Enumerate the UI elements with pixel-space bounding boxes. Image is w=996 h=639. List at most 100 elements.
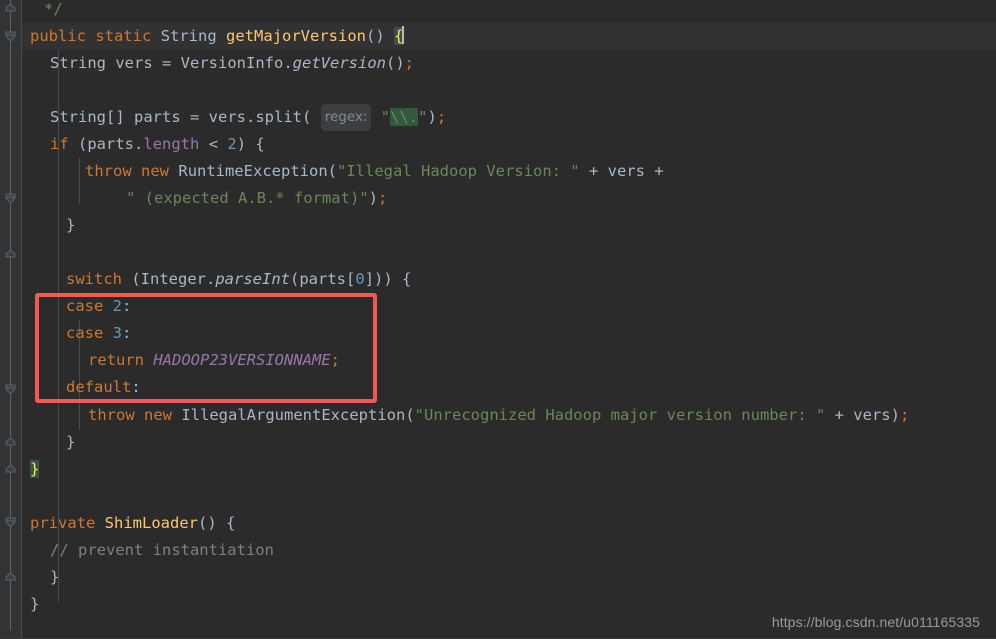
code-line[interactable]: " (expected A.B.* format)");: [126, 185, 387, 212]
code-line[interactable]: String vers = VersionInfo.getVersion();: [50, 50, 414, 77]
token-keyword-case: case: [66, 324, 104, 342]
token-var-vers: vers: [607, 162, 645, 180]
token-var-parts: parts: [87, 135, 135, 153]
token-keyword-private: private: [30, 514, 96, 532]
token-close-paren: ): [890, 406, 900, 424]
token-open-paren: (: [327, 162, 338, 180]
code-line[interactable]: case 3:: [66, 320, 131, 347]
token-keyword-default: default: [66, 378, 132, 396]
token-ctor-shimloader: ShimLoader: [104, 514, 198, 532]
code-line[interactable]: throw new RuntimeException("Illegal Hado…: [85, 158, 664, 185]
matched-brace-highlight: }: [30, 460, 40, 478]
code-line[interactable]: switch (Integer.parseInt(parts[0])) {: [66, 266, 411, 293]
token-keyword-throw: throw: [85, 162, 132, 180]
token-parens-semi: (): [386, 54, 405, 72]
code-line[interactable]: default:: [66, 374, 141, 401]
token-semicolon: ;: [377, 189, 388, 207]
token-var-parts: parts: [299, 270, 347, 288]
token-plus: +: [579, 162, 608, 180]
fold-marker-collapse-icon[interactable]: [3, 29, 18, 44]
fold-marker-collapse-icon[interactable]: [3, 191, 18, 206]
token-semicolon: ;: [436, 108, 447, 126]
code-line[interactable]: if (parts.length < 2) {: [50, 131, 265, 158]
editor-text-area[interactable]: */ public static String getMajorVersion(…: [22, 0, 996, 639]
code-line[interactable]: return HADOOP23VERSIONNAME;: [88, 347, 340, 374]
code-line[interactable]: */: [44, 0, 63, 23]
token-brace-close: }: [50, 568, 60, 586]
token-bracket-open: [: [346, 270, 356, 288]
token-comment-prevent: // prevent instantiation: [50, 541, 274, 559]
token-const-hadoop23: HADOOP23VERSIONNAME: [153, 351, 331, 369]
token-string-illegal: "Illegal Hadoop Version: ": [337, 162, 580, 180]
token-number-3: 3: [112, 324, 123, 342]
token-colon: :: [122, 324, 132, 342]
fold-marker-end-icon[interactable]: [3, 571, 18, 586]
token-keyword-case: case: [66, 297, 104, 315]
token-type-string: String: [160, 27, 217, 45]
token-open-paren: (: [68, 135, 88, 153]
code-line[interactable]: }: [50, 564, 59, 591]
token-keyword-throw: throw: [88, 406, 135, 424]
token-keyword-switch: switch: [66, 270, 122, 288]
token-assign: =: [180, 108, 209, 126]
code-line[interactable]: public static String getMajorVersion() {: [30, 23, 405, 50]
token-semicolon: ;: [899, 406, 910, 424]
token-method-name: getMajorVersion: [226, 27, 367, 45]
token-bracket-close-parens: ])) {: [364, 270, 412, 288]
token-colon: :: [131, 378, 141, 396]
token-var-vers: vers: [208, 108, 246, 126]
token-open-paren: (: [405, 406, 415, 424]
token-close-paren: ): [427, 108, 437, 126]
code-line[interactable]: }: [66, 429, 75, 456]
code-line[interactable]: throw new IllegalArgumentException("Unre…: [88, 402, 909, 429]
code-line[interactable]: case 2:: [66, 293, 131, 320]
fold-marker-end-icon[interactable]: [3, 436, 18, 451]
fold-marker-end-icon[interactable]: [3, 2, 18, 17]
token-class-illegalargumentexception: IllegalArgumentException: [181, 406, 406, 424]
token-parens: (): [366, 27, 395, 45]
token-open-paren: (: [302, 108, 321, 126]
token-class-runtimeexception: RuntimeException: [178, 162, 328, 180]
token-semicolon: ;: [330, 351, 340, 369]
token-lt: <: [199, 135, 228, 153]
token-dot: .: [206, 270, 216, 288]
code-line[interactable]: }: [30, 591, 39, 618]
token-dot: .: [134, 135, 144, 153]
code-line[interactable]: String[] parts = vers.split( regex: "\\.…: [50, 104, 446, 131]
fold-marker-end-icon[interactable]: [3, 463, 18, 478]
token-type-string-array: String[]: [50, 108, 125, 126]
code-line[interactable]: private ShimLoader() {: [30, 510, 235, 537]
editor-gutter[interactable]: [0, 0, 22, 639]
token-var-vers: vers: [853, 406, 891, 424]
token-close-paren: ): [368, 189, 378, 207]
token-keyword-if: if: [50, 135, 69, 153]
fold-marker-end-icon[interactable]: [3, 248, 18, 263]
token-var-parts: parts: [134, 108, 181, 126]
fold-marker-collapse-icon[interactable]: [3, 382, 18, 397]
fold-marker-collapse-icon[interactable]: [3, 515, 18, 530]
code-editor-screenshot: */ public static String getMajorVersion(…: [0, 0, 996, 639]
code-line[interactable]: }: [30, 456, 40, 483]
token-comment-close: */: [44, 0, 63, 18]
token-class-integer: Integer: [140, 270, 206, 288]
token-keyword-new: new: [144, 406, 173, 424]
token-regex-quote-open: ": [380, 108, 391, 126]
indent-guide: [79, 158, 80, 204]
code-line[interactable]: }: [66, 212, 75, 239]
code-line[interactable]: // prevent instantiation: [50, 537, 274, 564]
token-number-2: 2: [112, 297, 123, 315]
token-plus: +: [825, 406, 854, 424]
token-field-length: length: [143, 135, 200, 153]
token-number-2: 2: [227, 135, 237, 153]
